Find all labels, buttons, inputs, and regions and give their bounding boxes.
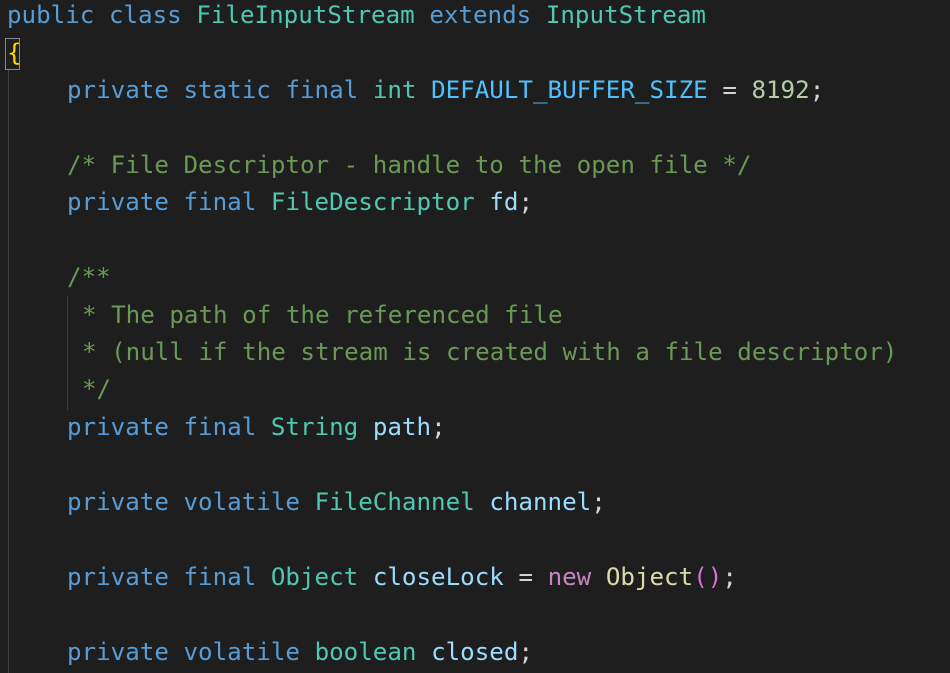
- keyword-class: class: [108, 1, 182, 29]
- semicolon: ;: [591, 488, 606, 516]
- code-line-open-brace[interactable]: {: [7, 38, 22, 68]
- code-line-closed-field[interactable]: private volatile boolean closed;: [67, 637, 533, 667]
- keyword-private: private: [67, 488, 169, 516]
- keyword-private: private: [67, 563, 169, 591]
- code-line-javadoc-start[interactable]: /**: [67, 262, 111, 292]
- type-name: Object: [270, 563, 359, 591]
- parentheses: (): [693, 563, 723, 591]
- assign-operator: =: [722, 76, 737, 104]
- open-brace: {: [7, 39, 22, 67]
- semicolon: ;: [518, 638, 533, 666]
- keyword-final: final: [183, 413, 257, 441]
- keyword-private: private: [67, 413, 169, 441]
- field-name: closeLock: [372, 563, 504, 591]
- field-name: fd: [489, 188, 519, 216]
- type-name: String: [270, 413, 359, 441]
- type-name: FileDescriptor: [270, 188, 475, 216]
- code-line-buffer-size[interactable]: private static final int DEFAULT_BUFFER_…: [67, 75, 824, 105]
- field-name: path: [372, 413, 432, 441]
- field-name: closed: [431, 638, 519, 666]
- keyword-public: public: [7, 1, 95, 29]
- code-editor[interactable]: public class FileInputStream extends Inp…: [0, 0, 950, 673]
- keyword-new: new: [547, 563, 592, 591]
- comment: * The path of the referenced file: [82, 301, 563, 329]
- code-line-javadoc-1[interactable]: * The path of the referenced file: [82, 300, 563, 330]
- type-boolean: boolean: [314, 638, 417, 666]
- keyword-extends: extends: [429, 1, 532, 29]
- keyword-final: final: [183, 188, 257, 216]
- keyword-private: private: [67, 188, 169, 216]
- keyword-private: private: [67, 638, 169, 666]
- type-int: int: [372, 76, 417, 104]
- semicolon: ;: [722, 563, 737, 591]
- type-name: FileChannel: [314, 488, 475, 516]
- comment: */: [82, 375, 112, 403]
- code-line-class-declaration[interactable]: public class FileInputStream extends Inp…: [7, 0, 706, 30]
- semicolon: ;: [518, 188, 533, 216]
- keyword-private: private: [67, 76, 169, 104]
- semicolon: ;: [809, 76, 825, 104]
- code-line-path-field[interactable]: private final String path;: [67, 412, 446, 442]
- superclass-name: InputStream: [545, 1, 706, 29]
- comment: * (null if the stream is created with a …: [82, 338, 898, 366]
- comment: /* File Descriptor - handle to the open …: [67, 151, 752, 179]
- keyword-final: final: [285, 76, 359, 104]
- keyword-volatile: volatile: [183, 638, 301, 666]
- comment: /**: [67, 263, 111, 291]
- semicolon: ;: [431, 413, 446, 441]
- code-line-closelock-field[interactable]: private final Object closeLock = new Obj…: [67, 562, 737, 592]
- constant-name: DEFAULT_BUFFER_SIZE: [431, 76, 708, 104]
- keyword-static: static: [183, 76, 271, 104]
- field-name: channel: [489, 488, 592, 516]
- code-line-javadoc-end[interactable]: */: [82, 374, 111, 404]
- assign-operator: =: [518, 563, 533, 591]
- number-literal: 8192: [751, 76, 810, 104]
- indent-guide: [8, 70, 9, 673]
- keyword-volatile: volatile: [183, 488, 301, 516]
- code-line-comment-descriptor[interactable]: /* File Descriptor - handle to the open …: [67, 150, 751, 180]
- keyword-final: final: [183, 563, 257, 591]
- code-line-javadoc-2[interactable]: * (null if the stream is created with a …: [82, 337, 897, 367]
- code-line-fd-field[interactable]: private final FileDescriptor fd;: [67, 187, 533, 217]
- constructor-name: Object: [605, 563, 694, 591]
- class-name: FileInputStream: [196, 1, 415, 29]
- code-line-channel-field[interactable]: private volatile FileChannel channel;: [67, 487, 606, 517]
- comment-indent-guide: [67, 296, 68, 410]
